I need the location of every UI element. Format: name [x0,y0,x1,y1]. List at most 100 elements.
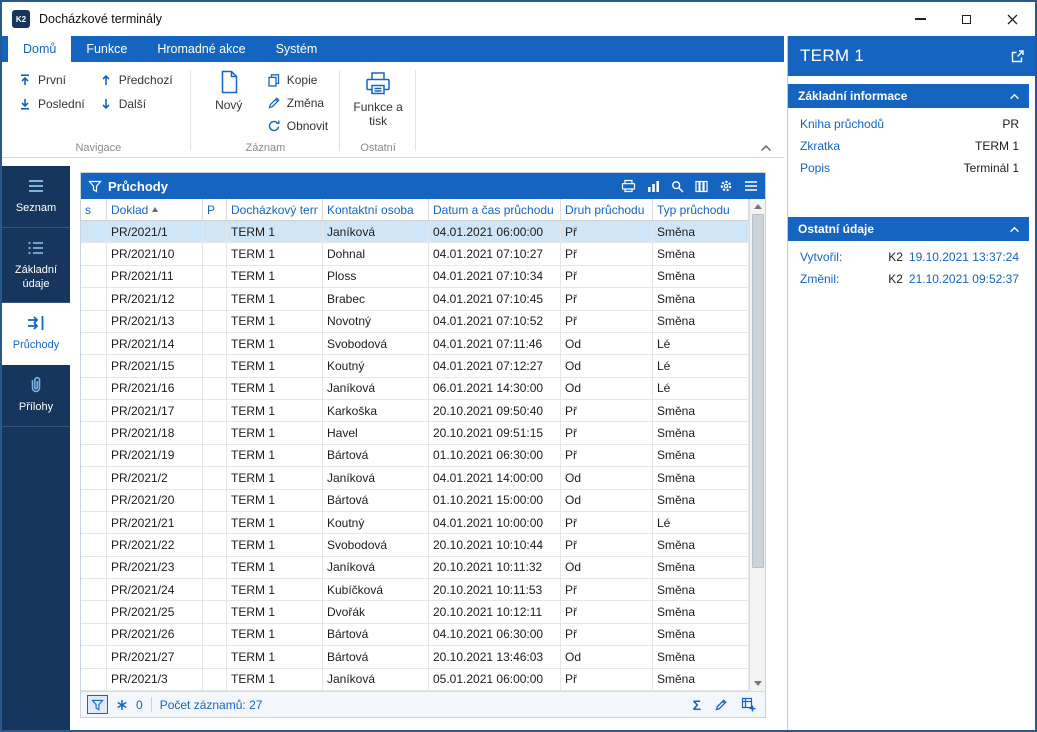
field-row: Vytvořil: K2 19.10.2021 13:37:24 [800,246,1019,268]
table-cell [81,288,107,309]
gear-icon[interactable] [719,179,733,193]
search-icon[interactable] [671,180,684,193]
field-label: Vytvořil: [800,250,842,264]
refresh-button[interactable]: Obnovit [263,118,332,134]
table-row[interactable]: PR/2021/17TERM 1Karkoška20.10.2021 09:50… [81,400,749,422]
previous-record-button[interactable]: Předchozí [95,72,177,88]
table-row[interactable]: PR/2021/19TERM 1Bártová01.10.2021 06:30:… [81,445,749,467]
arrow-down-icon [99,97,113,111]
tab-hromadne-akce[interactable]: Hromadné akce [142,36,260,62]
column-header[interactable]: Kontaktní osoba [323,199,429,220]
table-cell: 20.10.2021 10:11:53 [429,579,561,600]
tab-funkce[interactable]: Funkce [71,36,142,62]
printer-icon [364,69,392,97]
section-header[interactable]: Základní informace [788,84,1029,108]
table-cell [81,534,107,555]
sidebar-item-prilohy[interactable]: Přílohy [2,365,70,427]
columns-icon[interactable] [695,180,708,193]
table-cell: 04.01.2021 10:00:00 [429,512,561,533]
table-row[interactable]: PR/2021/21TERM 1Koutný04.01.2021 10:00:0… [81,512,749,534]
table-cell: Lé [653,355,749,376]
table-cell [81,400,107,421]
table-row[interactable]: PR/2021/22TERM 1Svobodová20.10.2021 10:1… [81,534,749,556]
table-row[interactable]: PR/2021/12TERM 1Brabec04.01.2021 07:10:4… [81,288,749,310]
table-row[interactable]: PR/2021/10TERM 1Dohnal04.01.2021 07:10:2… [81,243,749,265]
table-cell: 05.01.2021 06:00:00 [429,669,561,690]
table-row[interactable]: PR/2021/14TERM 1Svobodová04.01.2021 07:1… [81,333,749,355]
table-row[interactable]: PR/2021/15TERM 1Koutný04.01.2021 07:12:2… [81,355,749,377]
table-row[interactable]: PR/2021/26TERM 1Bártová04.10.2021 06:30:… [81,624,749,646]
column-header[interactable]: Datum a čas průchodu [429,199,561,220]
document-icon [216,69,242,95]
column-header[interactable]: s [81,199,107,220]
table-row[interactable]: PR/2021/25TERM 1Dvořák20.10.2021 10:12:1… [81,601,749,623]
copy-record-button[interactable]: Kopie [263,72,332,88]
refresh-icon [267,119,281,133]
table-row[interactable]: PR/2021/18TERM 1Havel20.10.2021 09:51:15… [81,422,749,444]
sidebar-item-zakladni-udaje[interactable]: Základní údaje [2,228,70,304]
close-button[interactable] [989,2,1035,36]
sum-icon[interactable]: Σ [693,698,701,712]
column-header[interactable]: Typ průchodu [653,199,749,220]
table-cell [203,221,227,242]
collapse-ribbon-button[interactable] [760,144,772,152]
column-header[interactable]: Doklad [107,199,203,220]
table-cell [203,378,227,399]
menu-icon[interactable] [744,180,758,192]
grid-add-icon[interactable] [741,697,756,712]
minimize-button[interactable] [897,2,943,36]
table-row[interactable]: PR/2021/16TERM 1Janíková06.01.2021 14:30… [81,378,749,400]
table-cell: PR/2021/2 [107,467,203,488]
sidebar-item-seznam[interactable]: Seznam [2,166,70,228]
table-cell: Bártová [323,490,429,511]
app-logo-icon: K2 [12,10,30,28]
open-external-icon[interactable] [1010,49,1025,64]
table-row[interactable]: PR/2021/11TERM 1Ploss04.01.2021 07:10:34… [81,266,749,288]
section-header[interactable]: Ostatní údaje [788,217,1029,241]
button-label: Nový [215,98,242,112]
table-cell: 01.10.2021 15:00:00 [429,490,561,511]
sidebar-item-pruchody[interactable]: Průchody [2,303,70,365]
column-header[interactable]: Docházkový terminál [227,199,323,220]
chart-icon[interactable] [647,180,660,193]
maximize-icon [962,15,971,24]
table-cell: Př [561,266,653,287]
table-row[interactable]: PR/2021/27TERM 1Bártová20.10.2021 13:46:… [81,646,749,668]
column-header[interactable]: P [203,199,227,220]
maximize-button[interactable] [943,2,989,36]
edit-icon[interactable] [714,698,728,712]
table-row[interactable]: PR/2021/24TERM 1Kubíčková20.10.2021 10:1… [81,579,749,601]
chevron-up-icon [1009,226,1020,233]
table-row[interactable]: PR/2021/3TERM 1Janíková05.01.2021 06:00:… [81,669,749,691]
detail-header: TERM 1 [788,36,1035,76]
table-cell [81,490,107,511]
field-row: Změnil: K2 21.10.2021 09:52:37 [800,268,1019,290]
scroll-up-button[interactable] [750,199,765,214]
next-record-button[interactable]: Další [95,96,177,112]
filter-icon[interactable] [88,180,102,193]
scroll-down-button[interactable] [750,676,765,691]
tab-system[interactable]: Systém [261,36,333,62]
last-record-button[interactable]: Poslední [14,96,89,112]
table-cell: 04.01.2021 07:11:46 [429,333,561,354]
table-cell: Př [561,445,653,466]
field-label: Popis [800,161,830,175]
edit-record-button[interactable]: Změna [263,95,332,111]
print-icon[interactable] [621,179,636,193]
table-cell: Od [561,467,653,488]
scrollbar-thumb[interactable] [752,214,764,568]
vertical-scrollbar[interactable] [749,199,765,691]
functions-print-button[interactable]: Funkce a tisk [348,64,408,140]
table-row[interactable]: PR/2021/2TERM 1Janíková04.01.2021 14:00:… [81,467,749,489]
new-record-button[interactable]: Nový [199,64,259,140]
tab-domu[interactable]: Domů [8,36,71,62]
table-row[interactable]: PR/2021/13TERM 1Novotný04.01.2021 07:10:… [81,311,749,333]
first-record-button[interactable]: První [14,72,89,88]
table-row[interactable]: PR/2021/20TERM 1Bártová01.10.2021 15:00:… [81,490,749,512]
table-row[interactable]: PR/2021/1TERM 1Janíková04.01.2021 06:00:… [81,221,749,243]
condition-icon[interactable] [116,699,128,711]
column-header[interactable]: Druh průchodu [561,199,653,220]
filter-toggle-button[interactable] [87,695,108,714]
table-row[interactable]: PR/2021/23TERM 1Janíková20.10.2021 10:11… [81,557,749,579]
table-cell: Př [561,422,653,443]
